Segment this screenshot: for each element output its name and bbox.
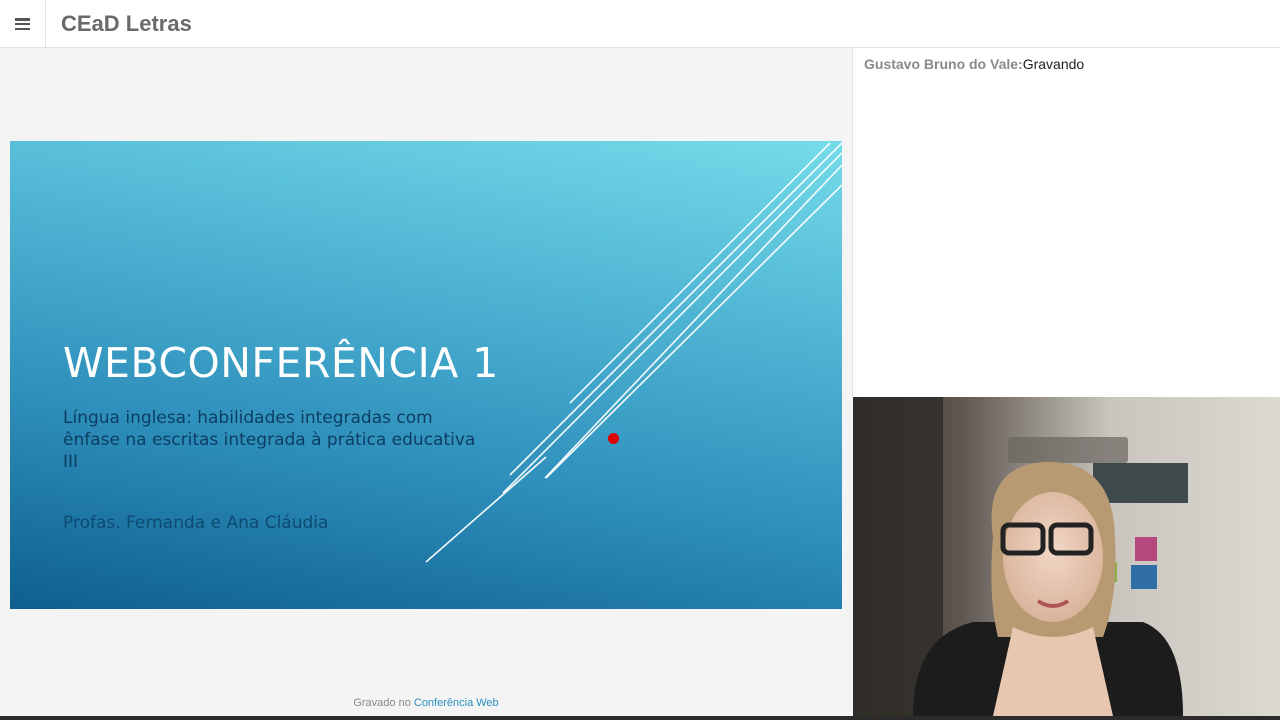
app-title: CEaD Letras <box>61 11 192 36</box>
presentation-slide: WEBCONFERÊNCIA 1 Língua inglesa: habilid… <box>10 141 842 609</box>
presenter-video-icon <box>853 397 1280 716</box>
laser-pointer <box>608 433 619 444</box>
top-bar: CEaD Letras <box>0 0 1280 48</box>
menu-button[interactable] <box>0 0 46 48</box>
recorded-footer: Gravado no Conferência Web <box>0 697 852 709</box>
slide-authors: Profas. Fernanda e Ana Cláudia <box>63 513 329 533</box>
recorded-prefix: Gravado no <box>353 697 414 709</box>
chat-text: Gravando <box>1022 56 1085 72</box>
slide-title: WEBCONFERÊNCIA 1 <box>63 339 499 387</box>
chat-username: Gustavo Bruno do Vale: <box>864 56 1023 72</box>
slide-subtitle: Língua inglesa: habilidades integradas c… <box>63 408 476 472</box>
chat-panel: Gustavo Bruno do Vale:Gravando <box>852 48 1280 397</box>
hamburger-menu-icon <box>15 18 30 30</box>
bottom-strip <box>0 716 1280 720</box>
chat-message: Gustavo Bruno do Vale:Gravando <box>864 56 1084 72</box>
conferencia-web-link[interactable]: Conferência Web <box>414 697 499 709</box>
presentation-area: WEBCONFERÊNCIA 1 Língua inglesa: habilid… <box>0 48 852 716</box>
webcam-video <box>853 397 1280 716</box>
